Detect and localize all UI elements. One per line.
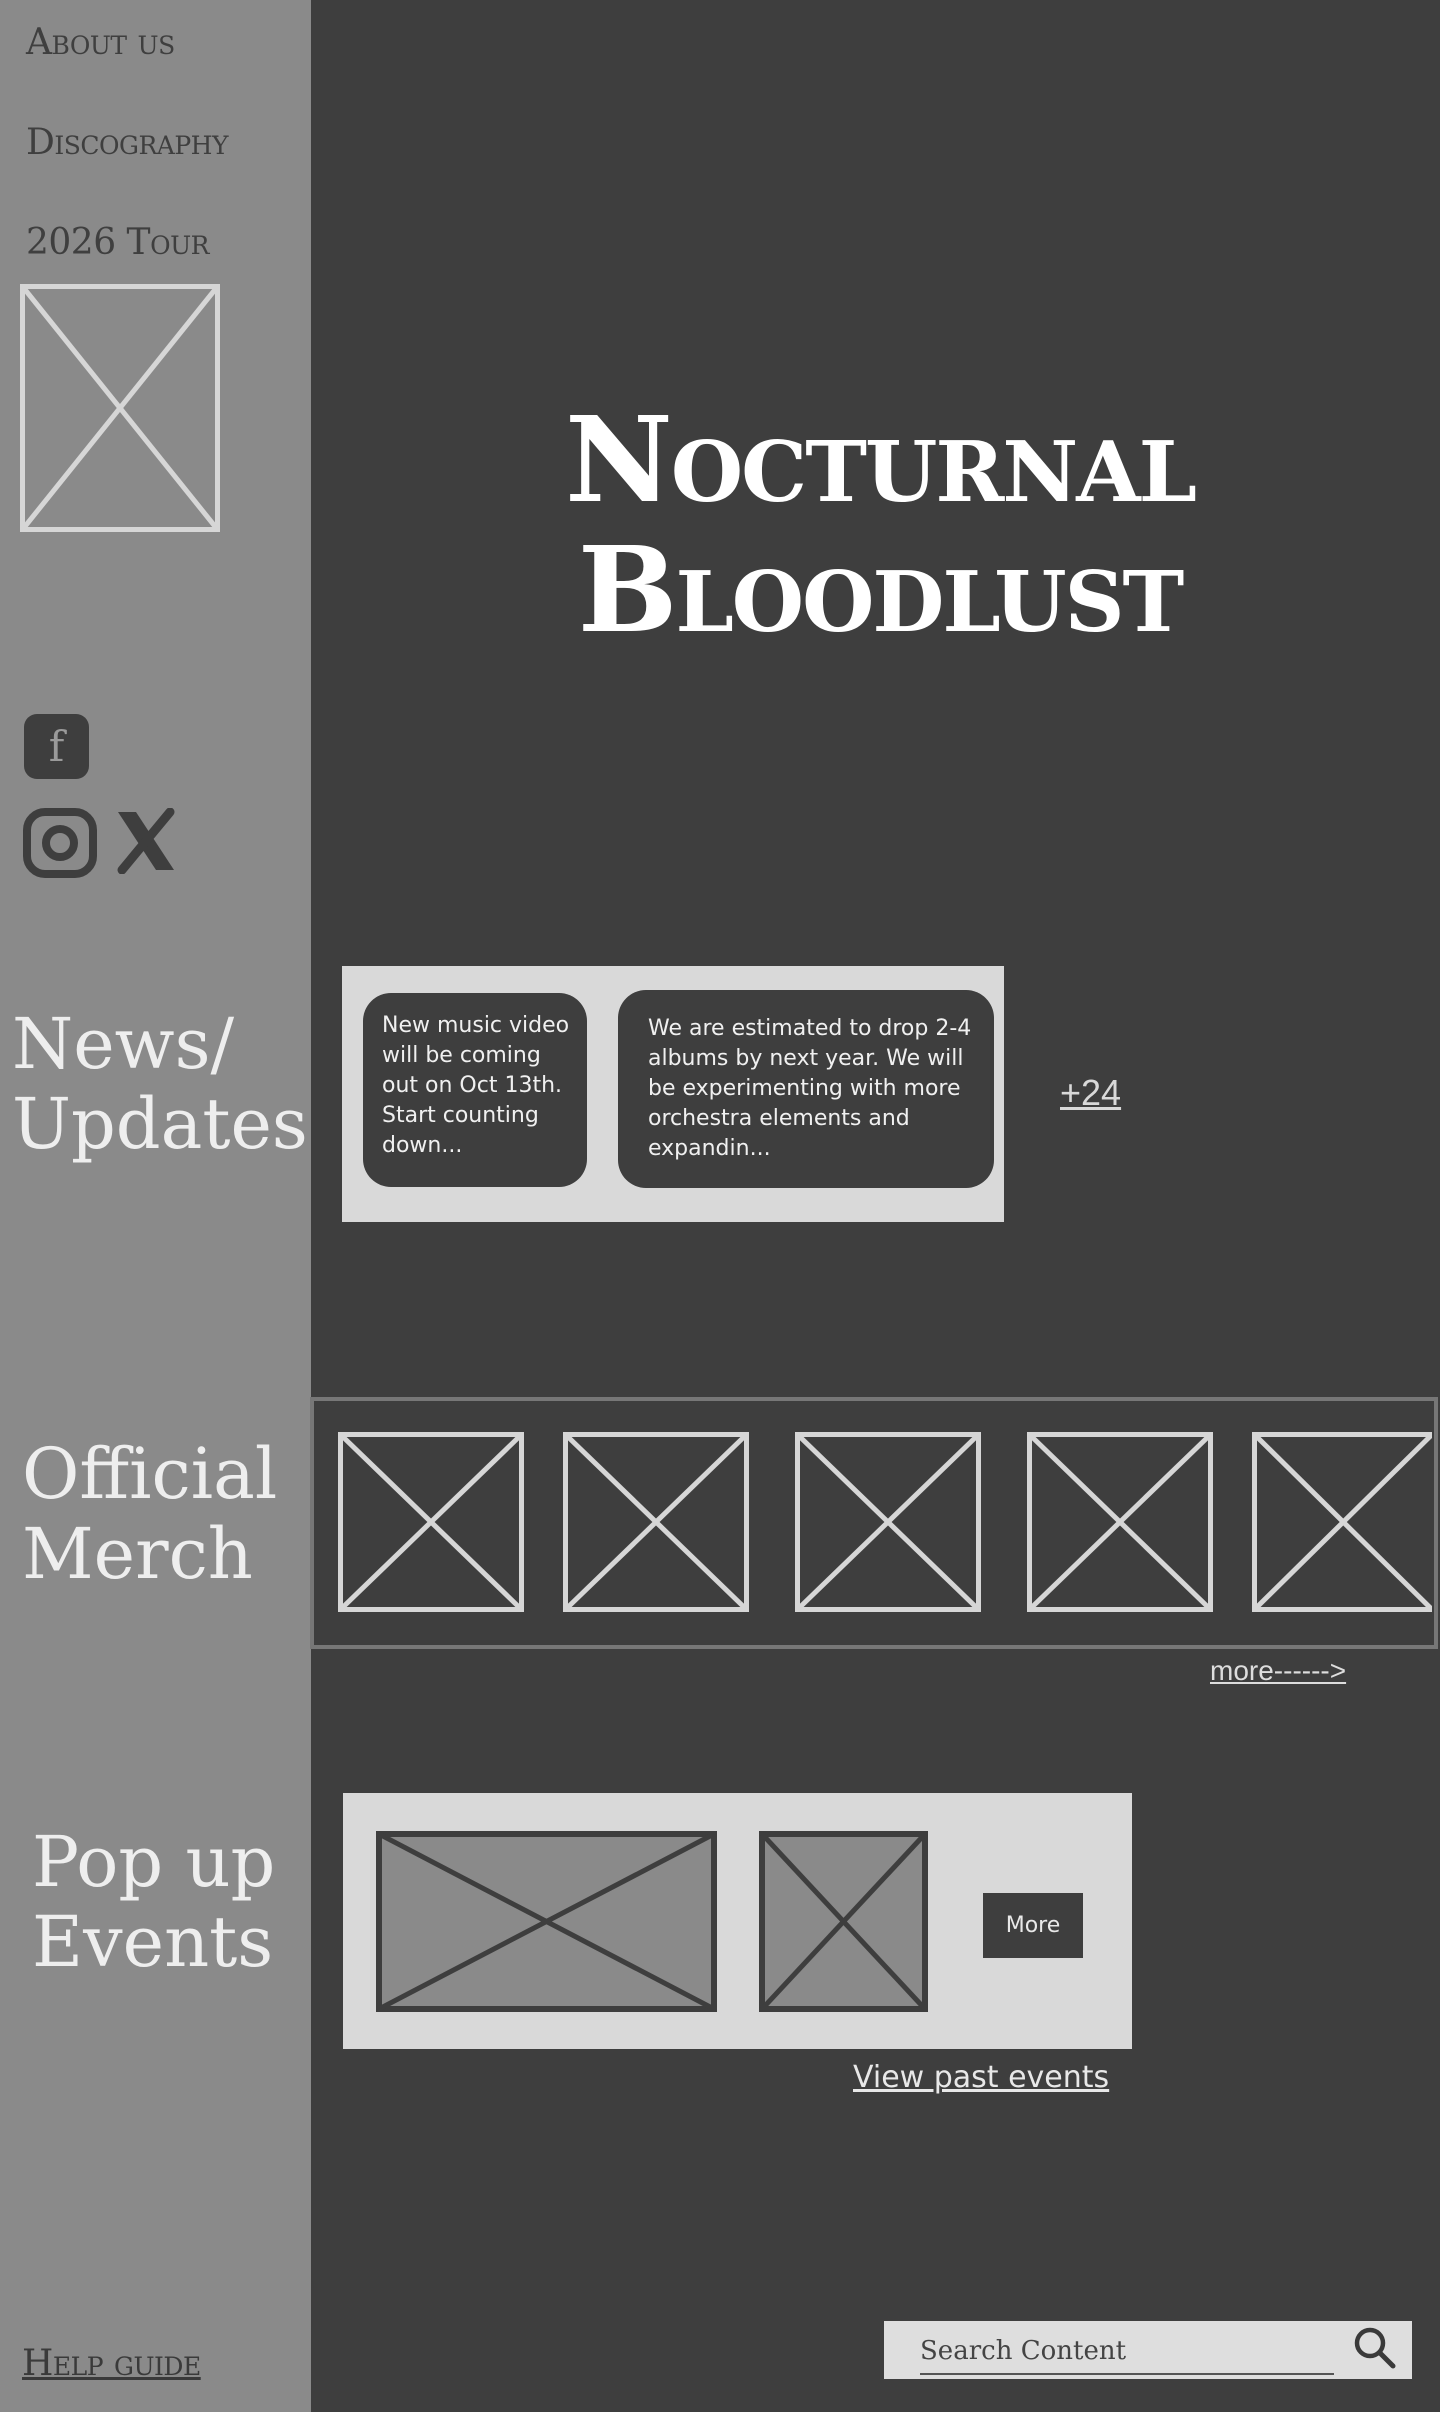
facebook-icon[interactable]: f bbox=[24, 714, 89, 779]
x-icon[interactable] bbox=[114, 808, 178, 874]
view-past-events-link[interactable]: View past events bbox=[853, 2060, 1109, 2095]
news-heading: News/ Updates bbox=[12, 1004, 308, 1164]
search-bar bbox=[884, 2321, 1412, 2379]
merch-heading-line1: Official bbox=[22, 1433, 278, 1515]
popup-heading: Pop up Events bbox=[32, 1822, 275, 1982]
popup-heading-line2: Events bbox=[32, 1901, 274, 1983]
instagram-icon[interactable] bbox=[23, 808, 100, 878]
news-heading-line2: Updates bbox=[12, 1083, 308, 1165]
sidebar-image-placeholder bbox=[20, 284, 220, 532]
popup-heading-line1: Pop up bbox=[32, 1821, 276, 1903]
nav-about-us[interactable]: About us bbox=[26, 22, 175, 63]
merch-heading-line2: Merch bbox=[22, 1513, 253, 1595]
news-card[interactable]: New music video will be coming out on Oc… bbox=[363, 993, 587, 1187]
news-more-count-link[interactable]: +24 bbox=[1060, 1072, 1121, 1114]
merch-item-image[interactable] bbox=[563, 1432, 749, 1612]
popup-event-image[interactable] bbox=[759, 1831, 928, 2012]
merch-more-link[interactable]: more------> bbox=[1210, 1655, 1346, 1687]
merch-item-image[interactable] bbox=[1027, 1432, 1213, 1612]
popup-event-image[interactable] bbox=[376, 1831, 717, 2012]
sidebar: About us Discography 2026 Tour f News/ U… bbox=[0, 0, 311, 2412]
merch-item-image[interactable] bbox=[1252, 1432, 1432, 1612]
help-guide-link[interactable]: Help guide bbox=[22, 2343, 201, 2384]
nav-2026-tour[interactable]: 2026 Tour bbox=[26, 222, 209, 263]
merch-heading: Official Merch bbox=[22, 1434, 277, 1594]
merch-item-image[interactable] bbox=[795, 1432, 981, 1612]
search-icon[interactable] bbox=[1352, 2325, 1398, 2371]
nav-discography[interactable]: Discography bbox=[26, 122, 228, 163]
band-title: Nocturnal Bloodlust bbox=[565, 390, 1197, 659]
popup-more-button[interactable]: More bbox=[983, 1893, 1083, 1958]
news-card[interactable]: We are estimated to drop 2-4 albums by n… bbox=[618, 990, 994, 1188]
search-input[interactable] bbox=[920, 2329, 1334, 2375]
merch-item-image[interactable] bbox=[338, 1432, 524, 1612]
news-heading-line1: News/ bbox=[12, 1003, 235, 1085]
